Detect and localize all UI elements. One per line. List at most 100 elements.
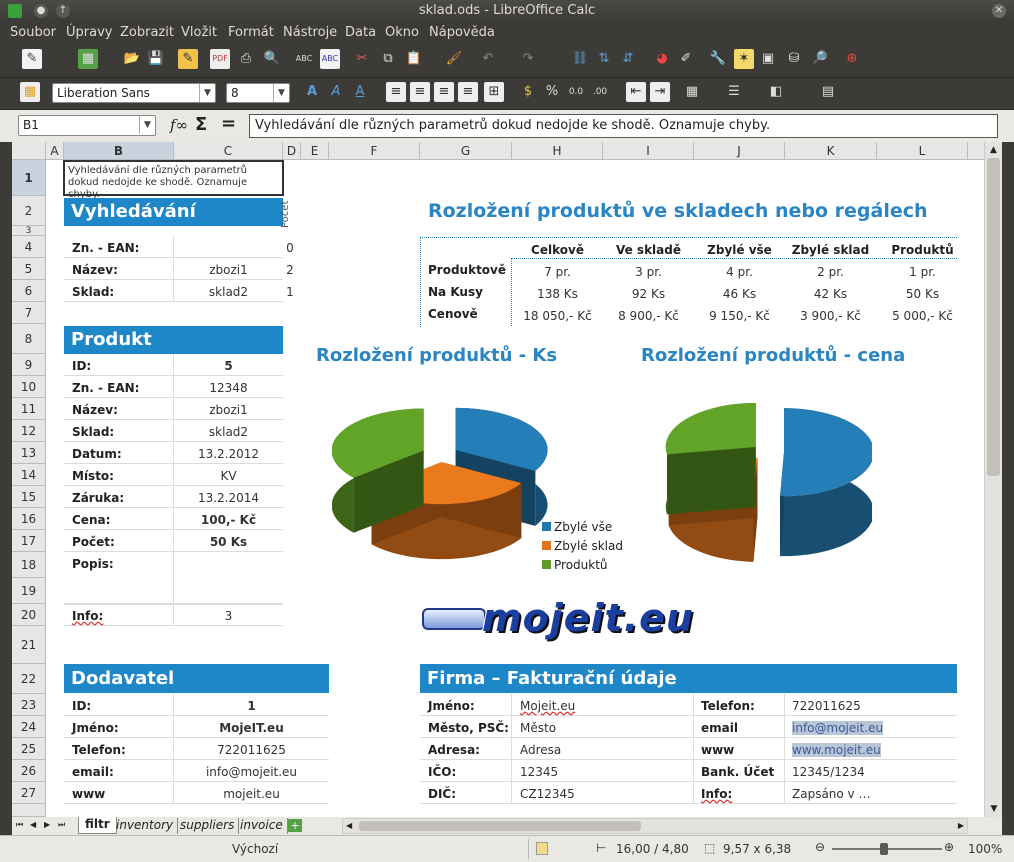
col-header-j[interactable]: J: [694, 142, 785, 160]
name-box[interactable]: B1 ▼: [18, 115, 156, 136]
number-format-icon[interactable]: 0.0: [566, 82, 586, 102]
zoom-out-icon[interactable]: ⊖: [815, 840, 825, 854]
pie-slice[interactable]: [780, 408, 872, 557]
zoom-in-icon[interactable]: ⊕: [944, 840, 954, 854]
align-left-icon[interactable]: ≡: [386, 82, 406, 102]
percent-icon[interactable]: %: [542, 82, 562, 102]
search-name-input[interactable]: zbozi1: [174, 263, 283, 277]
find-replace-icon[interactable]: 🔧: [708, 49, 728, 69]
menu-zobrazit[interactable]: Zobrazit: [120, 25, 174, 40]
menu-okno[interactable]: Okno: [385, 25, 419, 40]
spreadsheet-grid[interactable]: A B C D E F G H I J K L 1 2 3 4 5 6 7 8 …: [12, 142, 1002, 817]
row-header[interactable]: 4: [12, 236, 46, 258]
row-header[interactable]: 12: [12, 420, 46, 442]
row-header[interactable]: [12, 804, 46, 817]
function-wizard-icon[interactable]: f∞: [170, 116, 188, 134]
search-stock-input[interactable]: sklad2: [174, 285, 283, 299]
company-row[interactable]: [420, 760, 957, 782]
row-header[interactable]: 21: [12, 626, 46, 664]
col-header-d[interactable]: D: [283, 142, 301, 160]
chart1-pie[interactable]: [332, 382, 562, 572]
row-header[interactable]: 1: [12, 160, 46, 196]
gallery-icon[interactable]: ▣: [758, 49, 778, 69]
menu-nastroje[interactable]: Nástroje: [283, 25, 337, 40]
navigator-icon[interactable]: ✶: [734, 49, 754, 69]
bold-icon[interactable]: A: [302, 82, 322, 102]
scroll-left-icon[interactable]: ◀: [346, 821, 352, 830]
equals-icon[interactable]: =: [221, 113, 236, 134]
align-right-icon[interactable]: ≡: [434, 82, 454, 102]
prev-sheet-icon[interactable]: ◀: [30, 820, 36, 829]
next-sheet-icon[interactable]: ▶: [44, 820, 50, 829]
edit-mode-icon[interactable]: ✎: [178, 49, 198, 69]
merge-cells-icon[interactable]: ⊞: [484, 82, 504, 102]
menu-upravy[interactable]: Úpravy: [66, 25, 112, 40]
horizontal-scroll-thumb[interactable]: [359, 821, 641, 831]
autospell-icon[interactable]: ABC: [320, 49, 340, 69]
print-preview-icon[interactable]: 🔍: [262, 49, 282, 69]
row-header[interactable]: 18: [12, 552, 46, 578]
vertical-scroll-thumb[interactable]: [987, 158, 1000, 476]
chart-icon[interactable]: ◕: [652, 49, 672, 69]
edit-file-icon[interactable]: ✎: [22, 49, 42, 69]
row-header[interactable]: 24: [12, 716, 46, 738]
styles-icon[interactable]: ▦: [20, 82, 40, 102]
scroll-down-icon[interactable]: ▼: [985, 801, 1002, 817]
horizontal-scrollbar[interactable]: ◀ ▶: [342, 818, 968, 834]
paste-icon[interactable]: 📋: [404, 49, 424, 69]
cut-icon[interactable]: ✂: [352, 49, 372, 69]
data-sources-icon[interactable]: ⛁: [784, 49, 804, 69]
row-header[interactable]: 5: [12, 258, 46, 280]
print-icon[interactable]: ⎙: [236, 49, 256, 69]
col-header-l[interactable]: L: [877, 142, 968, 160]
align-center-icon[interactable]: ≡: [410, 82, 430, 102]
row-header[interactable]: 10: [12, 376, 46, 398]
col-header-e[interactable]: E: [301, 142, 329, 160]
add-decimal-icon[interactable]: .00: [590, 82, 610, 102]
zoom-slider-thumb[interactable]: [880, 843, 888, 855]
company-row[interactable]: [420, 694, 957, 716]
row-header[interactable]: 15: [12, 486, 46, 508]
sum-icon[interactable]: Σ: [195, 114, 207, 135]
sheet-tab-invoice[interactable]: invoice: [236, 818, 288, 834]
company-row[interactable]: [420, 782, 957, 804]
copy-icon[interactable]: ⧉: [378, 49, 398, 69]
borders-icon[interactable]: ▦: [682, 82, 702, 102]
sort-ascending-icon[interactable]: ⇅: [594, 49, 614, 69]
cell-b1-note[interactable]: Vyhledávání dle různých parametrů dokud …: [63, 160, 284, 200]
redo-icon[interactable]: ↷: [518, 49, 538, 69]
font-size-select[interactable]: 8 ▼: [226, 83, 290, 103]
hyperlink-icon[interactable]: ⛓: [570, 49, 590, 69]
row-header[interactable]: 7: [12, 302, 46, 324]
col-header-c[interactable]: C: [174, 142, 283, 160]
line-style-icon[interactable]: ☰: [724, 82, 744, 102]
col-header-f[interactable]: F: [329, 142, 420, 160]
row-header[interactable]: 13: [12, 442, 46, 464]
col-header-a[interactable]: A: [46, 142, 64, 160]
italic-icon[interactable]: A: [326, 82, 346, 102]
font-name-select[interactable]: Liberation Sans ▼: [52, 83, 216, 103]
export-pdf-icon[interactable]: PDF: [210, 49, 230, 69]
save-icon[interactable]: 💾: [146, 49, 166, 69]
clone-format-icon[interactable]: 🖌: [444, 49, 464, 69]
row-header[interactable]: 9: [12, 354, 46, 376]
col-header-g[interactable]: G: [420, 142, 512, 160]
pie-slice[interactable]: [665, 402, 756, 515]
select-all-corner[interactable]: [12, 142, 46, 160]
spellcheck-icon[interactable]: ABC: [294, 49, 314, 69]
vertical-scrollbar[interactable]: ▲ ▼: [984, 142, 1002, 817]
scroll-right-icon[interactable]: ▶: [958, 821, 964, 830]
new-icon[interactable]: ▦: [78, 49, 98, 69]
close-window-icon[interactable]: ✕: [992, 4, 1006, 18]
col-header-h[interactable]: H: [512, 142, 603, 160]
currency-icon[interactable]: $: [518, 82, 538, 102]
menu-napoveda[interactable]: Nápověda: [429, 25, 495, 40]
row-header[interactable]: 16: [12, 508, 46, 530]
row-header[interactable]: 23: [12, 694, 46, 716]
menu-format[interactable]: Formát: [228, 25, 274, 40]
bg-color-icon[interactable]: ◧: [766, 82, 786, 102]
row-header[interactable]: 19: [12, 578, 46, 604]
row-header[interactable]: 8: [12, 324, 46, 354]
row-header[interactable]: 22: [12, 664, 46, 694]
row-header[interactable]: 6: [12, 280, 46, 302]
